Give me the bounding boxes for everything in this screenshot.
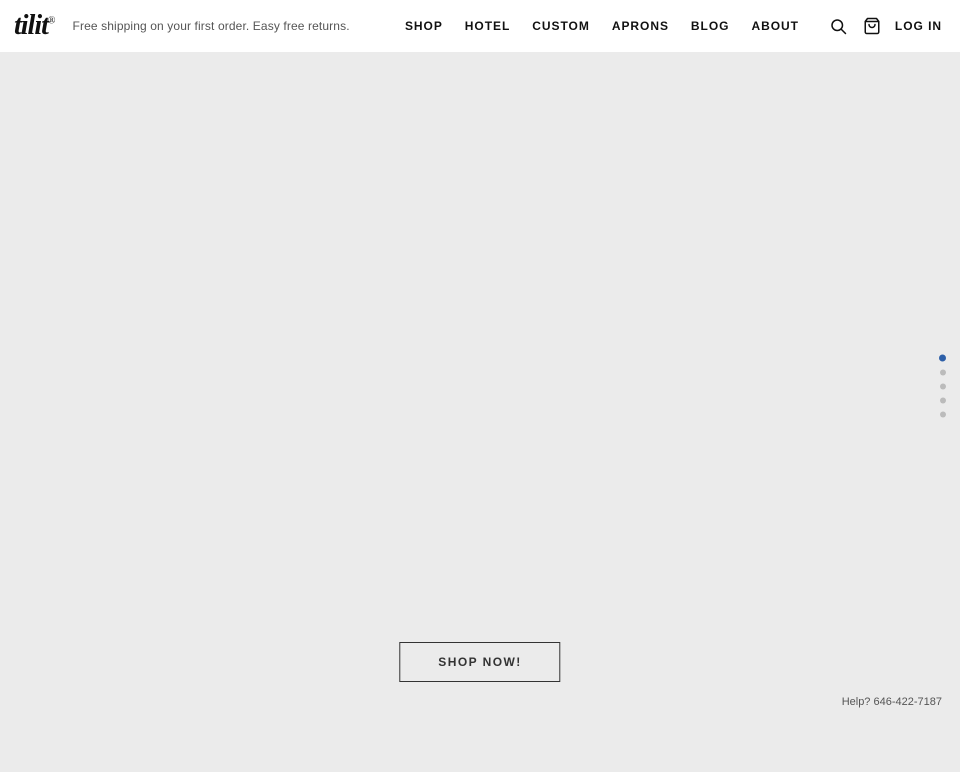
- main-nav: SHOP HOTEL CUSTOM APRONS BLOG ABOUT LOG …: [405, 15, 942, 37]
- nav-about[interactable]: ABOUT: [751, 19, 798, 33]
- nav-blog[interactable]: BLOG: [691, 19, 730, 33]
- nav-shop[interactable]: SHOP: [405, 19, 443, 33]
- logo-text: tilit®: [14, 12, 55, 40]
- slide-dots: [939, 355, 946, 418]
- nav-login[interactable]: LOG IN: [895, 19, 942, 33]
- nav-aprons[interactable]: APRONS: [612, 19, 669, 33]
- shop-now-button[interactable]: SHOP NOW!: [399, 642, 560, 682]
- logo-reg: ®: [48, 16, 55, 27]
- header-tagline: Free shipping on your first order. Easy …: [73, 19, 350, 33]
- cta-container: SHOP NOW!: [399, 642, 560, 682]
- nav-hotel[interactable]: HOTEL: [465, 19, 510, 33]
- slide-dot-1[interactable]: [939, 355, 946, 362]
- slide-dot-5[interactable]: [940, 412, 946, 418]
- slide-dot-4[interactable]: [940, 398, 946, 404]
- site-header: tilit® Free shipping on your first order…: [0, 0, 960, 52]
- slide-dot-3[interactable]: [940, 384, 946, 390]
- header-left: tilit® Free shipping on your first order…: [14, 12, 350, 40]
- search-button[interactable]: [827, 15, 849, 37]
- logo[interactable]: tilit®: [14, 12, 55, 40]
- cart-icon: [863, 17, 881, 35]
- nav-custom[interactable]: CUSTOM: [532, 19, 590, 33]
- cart-button[interactable]: [861, 15, 883, 37]
- search-icon: [829, 17, 847, 35]
- nav-icons: LOG IN: [827, 15, 942, 37]
- help-text: Help? 646-422-7187: [842, 696, 942, 708]
- main-content: SHOP NOW! Help? 646-422-7187: [0, 52, 960, 720]
- slide-dot-2[interactable]: [940, 370, 946, 376]
